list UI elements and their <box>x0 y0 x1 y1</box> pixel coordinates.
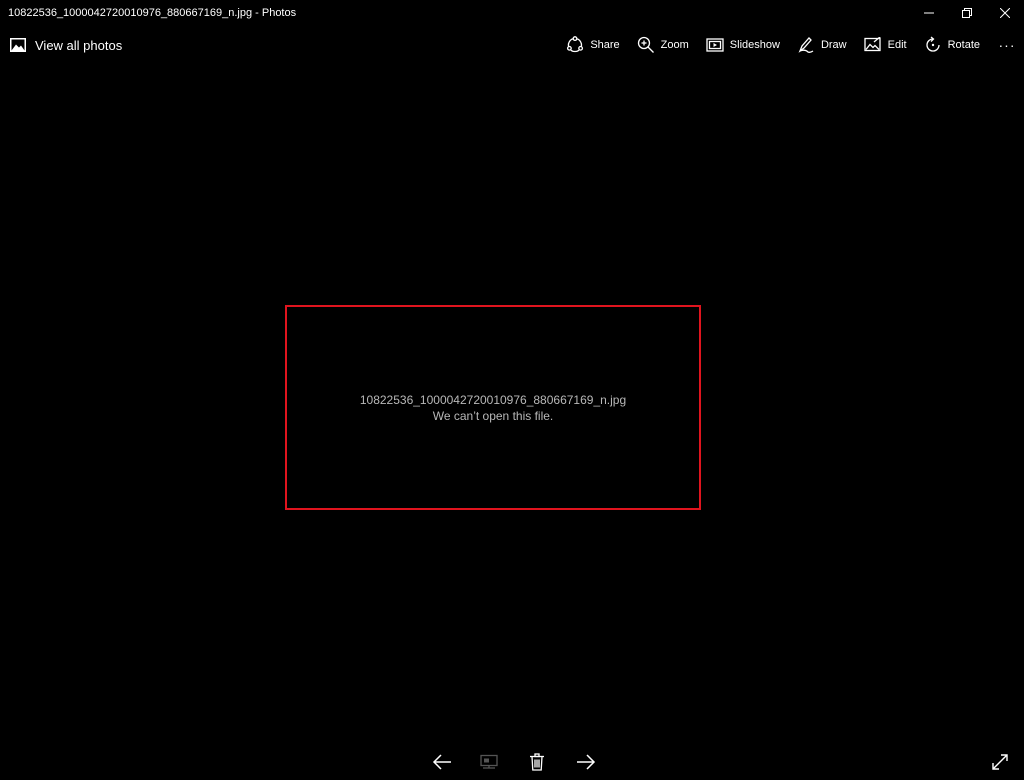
draw-label: Draw <box>820 39 847 51</box>
close-button[interactable] <box>986 0 1024 26</box>
photos-app-window: 10822536_1000042720010976_880667169_n.jp… <box>0 0 1024 780</box>
rotate-label: Rotate <box>947 39 980 51</box>
delete-button[interactable] <box>525 751 549 773</box>
edit-label: Edit <box>887 39 907 51</box>
slideshow-icon <box>706 38 724 52</box>
zoom-button[interactable]: Zoom <box>637 26 689 64</box>
more-icon: ··· <box>998 37 1016 53</box>
command-actions: Share Zoom Slideshow Draw Edit Rotate ··… <box>549 26 1016 64</box>
zoom-label: Zoom <box>660 39 689 51</box>
delete-icon <box>530 753 544 771</box>
rotate-button[interactable]: Rotate <box>924 26 980 64</box>
command-bar: View all photos Share Zoom Slideshow Dra… <box>0 26 1024 64</box>
window-title: 10822536_1000042720010976_880667169_n.jp… <box>8 7 297 19</box>
photos-icon <box>10 38 26 52</box>
minimize-button[interactable] <box>910 0 948 26</box>
share-icon <box>567 36 584 53</box>
close-icon <box>1000 8 1010 18</box>
rotate-icon <box>925 36 940 52</box>
window-controls <box>910 0 1024 26</box>
edit-icon <box>863 37 881 52</box>
title-bar: 10822536_1000042720010976_880667169_n.jp… <box>0 0 1024 26</box>
draw-button[interactable]: Draw <box>797 26 847 64</box>
previous-arrow-icon <box>432 754 451 770</box>
bottom-bar <box>0 745 1024 780</box>
more-options-button[interactable]: ··· <box>998 26 1016 64</box>
presentation-button[interactable] <box>477 751 501 773</box>
error-file-name: 10822536_1000042720010976_880667169_n.jp… <box>359 392 627 407</box>
next-button[interactable] <box>574 751 598 773</box>
next-arrow-icon <box>577 754 596 770</box>
error-message: We can’t open this file. <box>432 408 554 423</box>
previous-button[interactable] <box>430 751 454 773</box>
presentation-icon <box>480 754 498 769</box>
restore-icon <box>962 8 972 18</box>
minimize-icon <box>924 12 934 14</box>
zoom-icon <box>637 36 654 53</box>
file-error-panel: 10822536_1000042720010976_880667169_n.jp… <box>285 305 701 510</box>
slideshow-button[interactable]: Slideshow <box>706 26 780 64</box>
draw-icon <box>798 37 814 53</box>
fullscreen-icon <box>992 754 1008 770</box>
view-all-photos-button[interactable]: View all photos <box>10 26 122 64</box>
edit-button[interactable]: Edit <box>863 26 907 64</box>
fullscreen-button[interactable] <box>988 751 1012 773</box>
view-all-photos-label: View all photos <box>35 37 123 53</box>
restore-button[interactable] <box>948 0 986 26</box>
slideshow-label: Slideshow <box>729 39 780 51</box>
share-label: Share <box>590 39 620 51</box>
share-button[interactable]: Share <box>566 26 620 64</box>
